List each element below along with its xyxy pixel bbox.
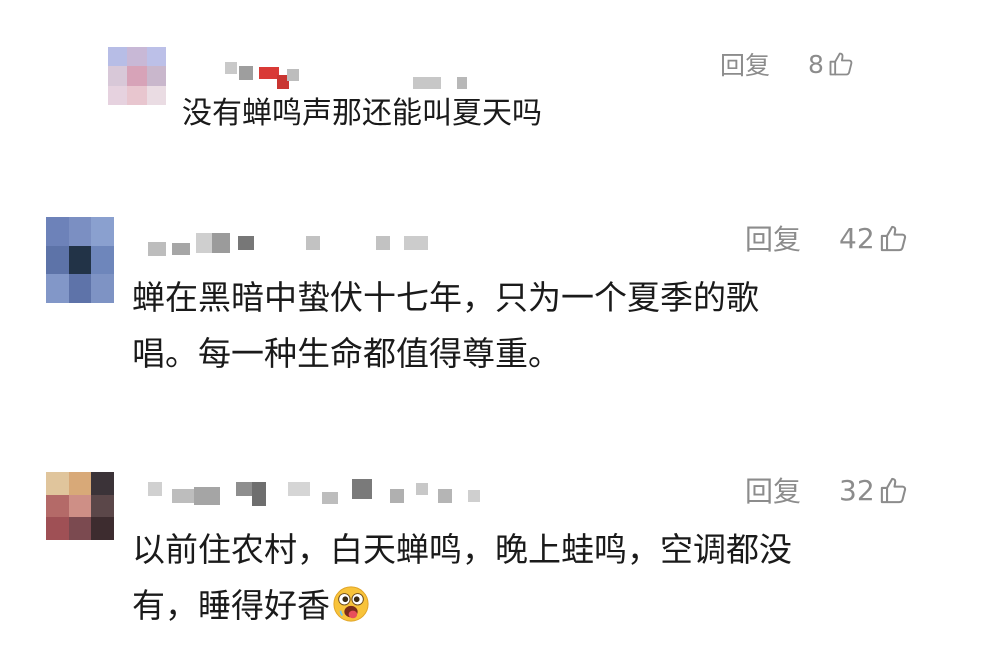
avatar-pixel xyxy=(68,274,92,303)
avatar-pixel xyxy=(68,245,92,275)
like-button[interactable]: 8 xyxy=(808,50,855,79)
avatar-pixel xyxy=(146,66,166,86)
reply-button[interactable]: 回复 xyxy=(745,470,801,510)
username-pixelated[interactable] xyxy=(225,47,467,89)
avatar-pixel xyxy=(46,245,69,275)
drooling-face-emoji xyxy=(333,586,369,622)
avatar-pixel xyxy=(91,274,114,303)
like-button[interactable]: 32 xyxy=(839,474,909,507)
like-count: 42 xyxy=(839,221,875,255)
thumbs-up-icon xyxy=(829,52,853,76)
avatar-pixel xyxy=(91,517,114,540)
avatar-pixel xyxy=(146,47,166,67)
avatar-pixel xyxy=(127,47,147,67)
reply-button[interactable]: 回复 xyxy=(720,46,770,82)
avatar-pixel xyxy=(91,245,114,275)
like-count: 32 xyxy=(839,473,875,507)
avatar-pixel xyxy=(68,517,92,540)
avatar-pixel xyxy=(91,472,114,495)
comment-actions: 回复 8 xyxy=(720,46,855,82)
user-avatar[interactable] xyxy=(46,217,114,303)
avatar-pixel xyxy=(68,494,92,518)
comment-text: 没有蝉鸣声那还能叫夏天吗 xyxy=(182,96,542,131)
avatar-pixel xyxy=(146,85,166,105)
comment-text: 以前住农村，白天蝉鸣，晚上蛙鸣，空调都没 有，睡得好香 xyxy=(132,522,792,634)
like-count: 8 xyxy=(808,49,824,79)
thumbs-up-icon xyxy=(880,225,906,251)
username-pixelated[interactable] xyxy=(148,472,480,506)
avatar-pixel xyxy=(46,494,69,518)
avatar-pixel xyxy=(68,472,92,495)
comment-text: 蝉在黑暗中蛰伏十七年，只为一个夏季的歌 唱。每一种生命都值得尊重。 xyxy=(132,278,759,373)
avatar-pixel xyxy=(68,217,92,246)
avatar-pixel xyxy=(108,66,128,86)
avatar-pixel xyxy=(127,85,147,105)
avatar-pixel xyxy=(46,517,69,540)
avatar-pixel xyxy=(91,217,114,246)
comment-text-body: 以前住农村，白天蝉鸣，晚上蛙鸣，空调都没 有，睡得好香 xyxy=(132,530,792,625)
reply-button[interactable]: 回复 xyxy=(745,218,801,258)
avatar-pixel xyxy=(108,85,128,105)
comment-actions: 回复 32 xyxy=(745,470,909,510)
comment-actions: 回复 42 xyxy=(745,218,909,258)
avatar-pixel xyxy=(46,274,69,303)
avatar-pixel xyxy=(127,66,147,86)
user-avatar[interactable] xyxy=(108,47,166,105)
user-avatar[interactable] xyxy=(46,472,114,540)
avatar-pixel xyxy=(91,494,114,518)
thumbs-up-icon xyxy=(880,477,906,503)
avatar-pixel xyxy=(46,217,69,246)
like-button[interactable]: 42 xyxy=(839,222,909,255)
username-pixelated[interactable] xyxy=(148,230,428,256)
avatar-pixel xyxy=(46,472,69,495)
avatar-pixel xyxy=(108,47,128,67)
